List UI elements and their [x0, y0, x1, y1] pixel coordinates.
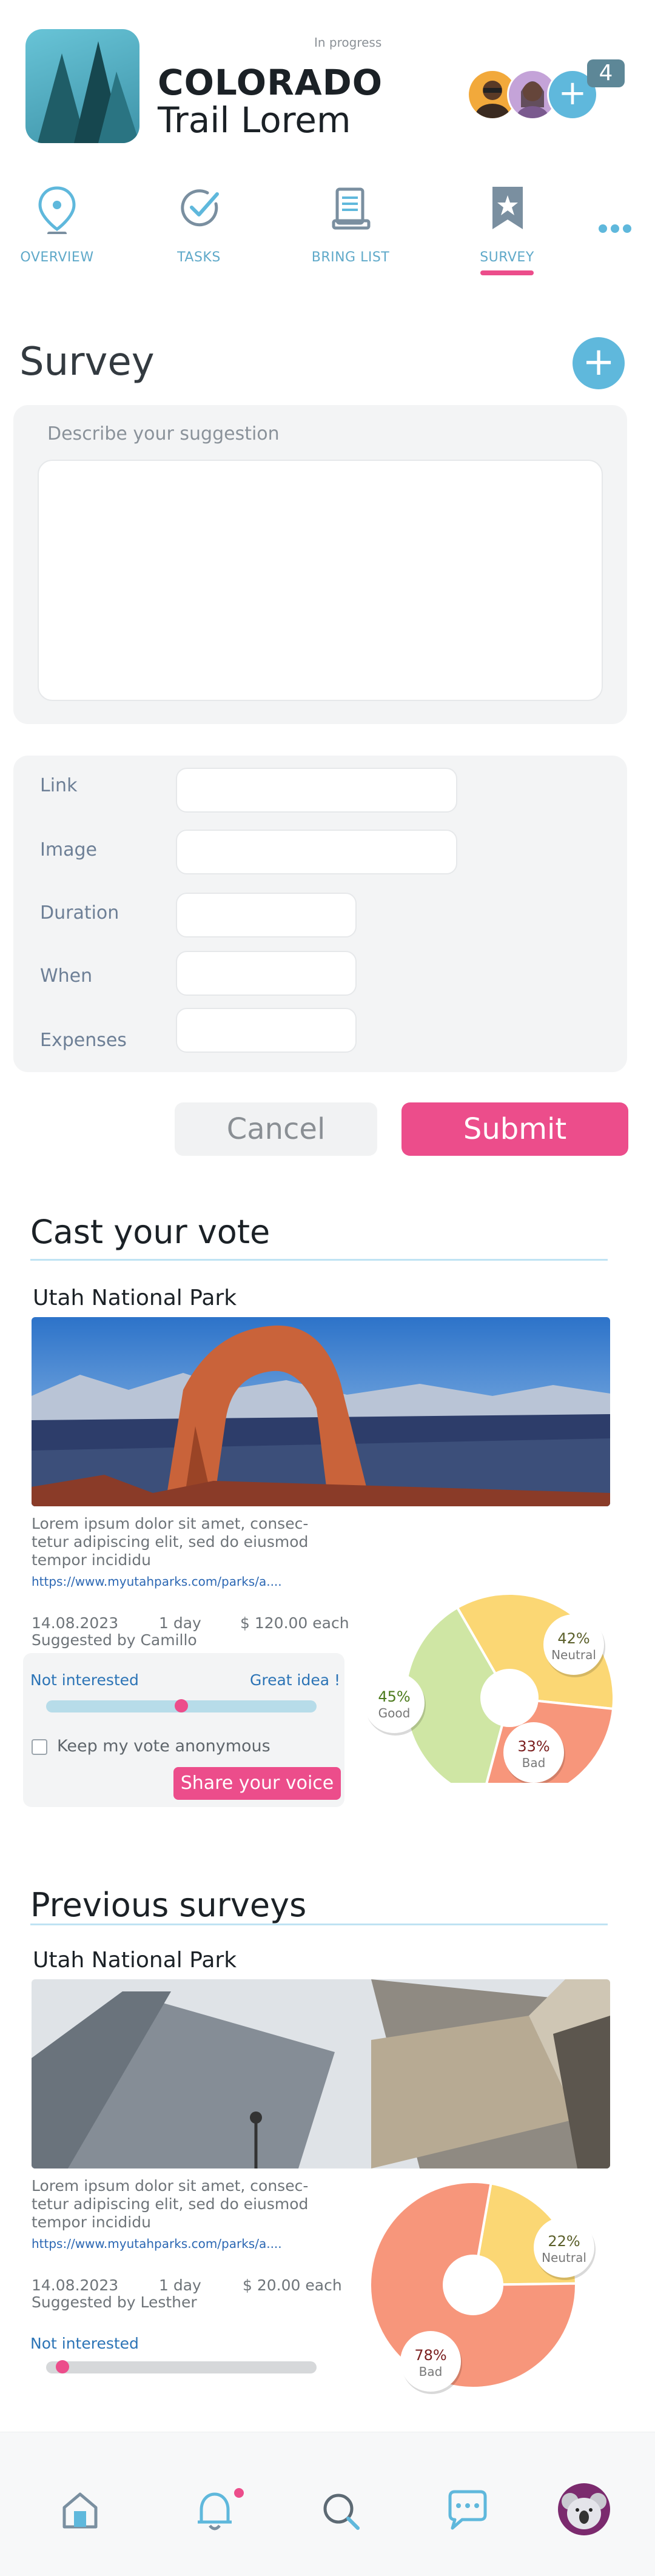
scale-left-label: Not interested	[30, 1671, 139, 1689]
when-label: When	[40, 965, 93, 987]
previous-result-handle	[55, 2360, 69, 2373]
cast-vote-title: Cast your vote	[30, 1213, 270, 1251]
vote-duration: 1 day	[159, 1614, 201, 1632]
vote-url-link[interactable]: https://www.myutahparks.com/parks/a....	[32, 1574, 282, 1589]
tab-label: TASKS	[177, 250, 221, 265]
anonymous-label: Keep my vote anonymous	[57, 1737, 270, 1756]
duration-input[interactable]	[176, 893, 357, 937]
description-line: tempor incididu	[32, 1551, 151, 1569]
vote-slider-handle[interactable]	[175, 1699, 188, 1712]
vote-category-bad: Bad	[522, 1756, 546, 1770]
vote-price: $ 120.00 each	[240, 1614, 349, 1632]
scale-right-label: Great idea !	[250, 1671, 341, 1689]
tab-tasks[interactable]: TASKS	[144, 182, 254, 273]
vote-description: Lorem ipsum dolor sit amet, consec- tetu…	[32, 1515, 347, 1569]
survey-title: Survey	[19, 340, 155, 384]
add-survey-button[interactable]: +	[573, 337, 625, 389]
suggestion-card: Describe your suggestion	[13, 405, 627, 724]
previous-surveys-title: Previous surveys	[30, 1886, 307, 1924]
map-pin-icon	[38, 186, 76, 234]
suggestion-textarea[interactable]	[38, 460, 603, 701]
trip-logo	[25, 29, 139, 143]
vote-percent-good: 45%	[378, 1688, 410, 1705]
link-label: Link	[40, 775, 78, 796]
submit-button[interactable]: Submit	[401, 1102, 628, 1156]
image-input[interactable]	[176, 830, 457, 874]
previous-description: Lorem ipsum dolor sit amet, consec- tetu…	[32, 2177, 347, 2232]
suggestion-label: Describe your suggestion	[47, 423, 280, 444]
vote-place-title: Utah National Park	[33, 1286, 237, 1310]
vote-donut-hole	[480, 1669, 539, 1727]
building-photo	[32, 1979, 610, 2168]
previous-percent-bad: 78%	[414, 2347, 446, 2364]
image-label: Image	[40, 839, 97, 860]
description-line: tetur adipiscing elit, sed do eiusmod	[32, 2195, 309, 2213]
expenses-label: Expenses	[40, 1030, 127, 1051]
trip-status: In progress	[314, 35, 382, 50]
tab-label: SURVEY	[480, 250, 534, 265]
profile-avatar[interactable]	[558, 2483, 610, 2535]
tab-label: BRING LIST	[311, 250, 390, 265]
more-options-icon[interactable]	[597, 220, 633, 238]
tab-overview[interactable]: OVERVIEW	[2, 182, 112, 273]
previous-suggested-by: Suggested by Lesther	[32, 2293, 197, 2311]
vote-suggested-by: Suggested by Camillo	[32, 1631, 197, 1649]
description-line: tempor incididu	[32, 2213, 151, 2231]
vote-percent-bad: 33%	[517, 1738, 549, 1755]
tab-bring-list[interactable]: BRING LIST	[296, 182, 405, 273]
previous-results-chart: 22%Neutral 78%Bad	[369, 2181, 596, 2394]
share-voice-button[interactable]: Share your voice	[173, 1767, 341, 1800]
active-tab-indicator	[480, 270, 534, 275]
park-photo	[32, 1317, 610, 1506]
vote-slider[interactable]	[46, 1699, 317, 1712]
bottom-nav	[0, 2432, 655, 2576]
details-card: Link Image Duration When Expenses	[13, 756, 627, 1072]
vote-panel: Not interested Great idea ! Keep my vote…	[23, 1653, 344, 1807]
duration-label: Duration	[40, 902, 119, 924]
previous-price: $ 20.00 each	[243, 2276, 342, 2294]
bell-icon[interactable]	[193, 2487, 244, 2533]
chat-icon[interactable]	[445, 2489, 490, 2532]
anonymous-checkbox[interactable]	[32, 1739, 47, 1755]
section-divider	[30, 1924, 608, 1925]
previous-percent-neutral: 22%	[548, 2233, 580, 2250]
previous-place-title: Utah National Park	[33, 1948, 237, 1973]
check-circle-icon	[181, 189, 219, 227]
previous-result-bar	[46, 2360, 317, 2373]
vote-results-chart: 42%Neutral 33%Bad 45%Good	[364, 1592, 613, 1783]
tab-survey[interactable]: SURVEY	[452, 182, 562, 279]
vote-percent-neutral: 42%	[557, 1630, 590, 1647]
previous-duration: 1 day	[159, 2276, 201, 2294]
vote-category-good: Good	[378, 1706, 411, 1720]
previous-url-link[interactable]: https://www.myutahparks.com/parks/a....	[32, 2236, 282, 2251]
bookmark-star-icon	[492, 187, 523, 229]
search-icon[interactable]	[320, 2490, 361, 2532]
tab-label: OVERVIEW	[20, 250, 94, 265]
cancel-button[interactable]: Cancel	[175, 1102, 377, 1156]
vote-category-neutral: Neutral	[551, 1648, 596, 1662]
trip-subtitle: Trail Lorem	[158, 99, 351, 141]
vote-date: 14.08.2023	[32, 1614, 119, 1632]
description-line: tetur adipiscing elit, sed do eiusmod	[32, 1533, 309, 1551]
previous-date: 14.08.2023	[32, 2276, 119, 2294]
link-input[interactable]	[176, 768, 457, 813]
section-divider	[30, 1259, 608, 1261]
previous-scale-label: Not interested	[30, 2335, 139, 2352]
member-count-badge: 4	[587, 59, 625, 87]
trip-title: COLORADO	[158, 62, 383, 103]
previous-category-neutral: Neutral	[542, 2250, 586, 2265]
description-line: Lorem ipsum dolor sit amet, consec-	[32, 2177, 309, 2195]
document-icon	[332, 187, 371, 230]
home-icon[interactable]	[61, 2490, 99, 2531]
previous-donut-hole	[443, 2255, 503, 2315]
previous-category-bad: Bad	[419, 2364, 443, 2379]
description-line: Lorem ipsum dolor sit amet, consec-	[32, 1515, 309, 1532]
when-input[interactable]	[176, 951, 357, 996]
expenses-input[interactable]	[176, 1008, 357, 1053]
